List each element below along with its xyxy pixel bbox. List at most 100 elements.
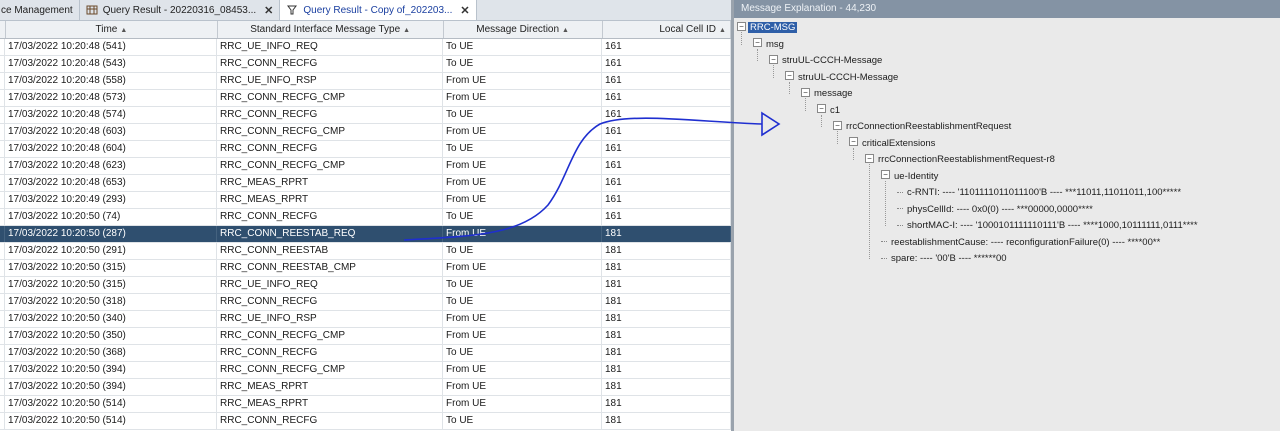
collapse-icon[interactable]: − — [801, 87, 810, 97]
table-row[interactable]: 17/03/2022 10:20:48 (573) RRC_CONN_RECFG_… — [0, 90, 731, 107]
table-row[interactable]: 17/03/2022 10:20:48 (543) RRC_CONN_RECFG T… — [0, 56, 731, 73]
tree-node-label: c1 — [830, 104, 841, 116]
table-row[interactable]: 17/03/2022 10:20:50 (74) RRC_CONN_RECFG To… — [0, 209, 731, 226]
table-cell: From UE — [443, 124, 602, 140]
table-row[interactable]: 17/03/2022 10:20:48 (653) RRC_MEAS_RPRT Fr… — [0, 175, 731, 192]
table-cell: From UE — [443, 73, 602, 89]
tree-node-label: rrcConnectionReestablishmentRequest — [846, 121, 1012, 132]
table-cell: 161 — [602, 209, 731, 225]
column-header-2[interactable]: Message Direction ▲ — [444, 21, 603, 38]
table-cell: 161 — [602, 158, 731, 174]
tree-node-label: message — [814, 88, 853, 99]
panel-title: Message Explanation - 44,230 — [734, 0, 1280, 18]
table-cell: 17/03/2022 10:20:50 (318) — [5, 294, 217, 310]
tree-node[interactable]: spare: ---- '00'B ---- ******00 — [881, 251, 1009, 267]
table-row[interactable]: 17/03/2022 10:20:50 (291) RRC_CONN_REESTA… — [0, 243, 731, 260]
table-cell: 181 — [602, 277, 731, 293]
table-row[interactable]: 17/03/2022 10:20:48 (574) RRC_CONN_RECFG T… — [0, 107, 731, 124]
table-cell: 17/03/2022 10:20:50 (287) — [5, 226, 217, 242]
table-row[interactable]: 17/03/2022 10:20:48 (603) RRC_CONN_RECFG_… — [0, 124, 731, 141]
table-cell: RRC_UE_INFO_RSP — [217, 73, 443, 89]
table-row[interactable]: 17/03/2022 10:20:50 (315) RRC_CONN_REESTA… — [0, 260, 731, 277]
tree-node[interactable]: shortMAC-I: ---- '1000101111110111'B ---… — [897, 218, 1200, 234]
tab-2[interactable]: Query Result - Copy of_202203... ✕ — [280, 0, 477, 20]
tree-node[interactable]: − message — [801, 86, 855, 102]
table-cell: 17/03/2022 10:20:48 (574) — [5, 107, 217, 123]
table-cell: 181 — [602, 362, 731, 378]
tree-guide-line — [853, 147, 854, 160]
column-header-0[interactable]: Time ▲ — [6, 21, 218, 38]
tree-node-label: criticalExtensions — [862, 137, 936, 149]
table-row[interactable]: 17/03/2022 10:20:50 (350) RRC_CONN_RECFG_… — [0, 328, 731, 345]
tree-guide-line — [869, 164, 870, 259]
table-row[interactable]: 17/03/2022 10:20:50 (287) RRC_CONN_REESTA… — [0, 226, 731, 243]
column-header-label: Local Cell ID — [659, 24, 717, 35]
table-cell: 161 — [602, 107, 731, 123]
tree-node-label: physCellId: ---- 0x0(0) ---- ***00000,00… — [907, 203, 1093, 215]
table-row[interactable]: 17/03/2022 10:20:50 (368) RRC_CONN_RECFG T… — [0, 345, 731, 362]
table-cell: 17/03/2022 10:20:48 (558) — [5, 73, 217, 89]
table-row[interactable]: 17/03/2022 10:20:50 (514) RRC_CONN_RECFG T… — [0, 413, 731, 430]
table-row[interactable]: 17/03/2022 10:20:50 (394) RRC_CONN_RECFG_… — [0, 362, 731, 379]
tree-connector — [897, 191, 903, 193]
tree-node[interactable]: physCellId: ---- 0x0(0) ---- ***00000,00… — [897, 202, 1095, 218]
table-row[interactable]: 17/03/2022 10:20:50 (318) RRC_CONN_RECFG T… — [0, 294, 731, 311]
tree-node[interactable]: − struUL-CCCH-Message — [769, 53, 884, 69]
table-cell: 181 — [602, 243, 731, 259]
table-cell: To UE — [443, 294, 602, 310]
table-row[interactable]: 17/03/2022 10:20:50 (514) RRC_MEAS_RPRT Fr… — [0, 396, 731, 413]
collapse-icon[interactable]: − — [737, 21, 746, 31]
collapse-icon[interactable]: − — [753, 38, 762, 48]
tree-node[interactable]: − criticalExtensions — [849, 136, 937, 152]
tree-node[interactable]: reestablishmentCause: ---- reconfigurati… — [881, 235, 1162, 251]
tab-bar: ce Management Query Result - 20220316_084… — [0, 0, 731, 21]
collapse-icon[interactable]: − — [769, 54, 778, 64]
table-row[interactable]: 17/03/2022 10:20:48 (623) RRC_CONN_RECFG_… — [0, 158, 731, 175]
table-row[interactable]: 17/03/2022 10:20:48 (604) RRC_CONN_RECFG T… — [0, 141, 731, 158]
table-cell: From UE — [443, 175, 602, 191]
close-icon[interactable]: ✕ — [264, 4, 273, 17]
table-row[interactable]: 17/03/2022 10:20:50 (394) RRC_MEAS_RPRT Fr… — [0, 379, 731, 396]
table-cell: 181 — [602, 396, 731, 412]
tree-node-label: shortMAC-I: ---- '1000101111110111'B ---… — [907, 220, 1198, 231]
column-header-1[interactable]: Standard Interface Message Type ▲ — [218, 21, 444, 38]
tree-node[interactable]: − rrcConnectionReestablishmentRequest-r8 — [865, 152, 1057, 168]
column-header-3[interactable]: Local Cell ID ▲ — [603, 21, 731, 38]
tree-node[interactable]: c-RNTI: ---- '1101111011011100'B ---- **… — [897, 185, 1183, 201]
collapse-icon[interactable]: − — [865, 153, 874, 163]
table-cell: 17/03/2022 10:20:49 (293) — [5, 192, 217, 208]
collapse-icon[interactable]: − — [833, 120, 842, 130]
tree-node[interactable]: − ue-Identity — [881, 169, 940, 185]
query-icon — [286, 4, 298, 16]
tree-connector — [881, 241, 887, 243]
tab-0[interactable]: ce Management — [0, 0, 80, 20]
tab-1[interactable]: Query Result - 20220316_08453... ✕ — [80, 0, 281, 20]
collapse-icon[interactable]: − — [785, 71, 794, 81]
collapse-icon[interactable]: − — [817, 104, 826, 114]
table-cell: RRC_CONN_RECFG_CMP — [217, 158, 443, 174]
table-row[interactable]: 17/03/2022 10:20:50 (315) RRC_UE_INFO_REQ… — [0, 277, 731, 294]
table-row[interactable]: 17/03/2022 10:20:50 (340) RRC_UE_INFO_RSP… — [0, 311, 731, 328]
table-cell: RRC_UE_INFO_REQ — [217, 39, 443, 55]
close-icon[interactable]: ✕ — [460, 4, 469, 17]
tree-node[interactable]: − struUL-CCCH-Message — [785, 70, 900, 86]
table-cell: 161 — [602, 175, 731, 191]
table-row[interactable]: 17/03/2022 10:20:49 (293) RRC_MEAS_RPRT Fr… — [0, 192, 731, 209]
tree-node[interactable]: − rrcConnectionReestablishmentRequest — [833, 119, 1013, 135]
table-cell: 161 — [602, 141, 731, 157]
table-cell: 161 — [602, 90, 731, 106]
table-cell: 17/03/2022 10:20:50 (394) — [5, 379, 217, 395]
table-icon — [86, 4, 98, 16]
sort-ascending-icon: ▲ — [719, 27, 726, 34]
table-row[interactable]: 17/03/2022 10:20:48 (541) RRC_UE_INFO_REQ… — [0, 39, 731, 56]
table-cell: To UE — [443, 107, 602, 123]
table-cell: RRC_CONN_RECFG_CMP — [217, 90, 443, 106]
collapse-icon[interactable]: − — [849, 137, 858, 147]
tree-node[interactable]: − RRC-MSG — [737, 20, 798, 36]
tree-node-label: RRC-MSG — [748, 22, 798, 33]
collapse-icon[interactable]: − — [881, 170, 890, 180]
table-cell: 181 — [602, 413, 731, 429]
table-cell: 181 — [602, 328, 731, 344]
table-cell: RRC_MEAS_RPRT — [217, 175, 443, 191]
table-row[interactable]: 17/03/2022 10:20:48 (558) RRC_UE_INFO_RSP… — [0, 73, 731, 90]
